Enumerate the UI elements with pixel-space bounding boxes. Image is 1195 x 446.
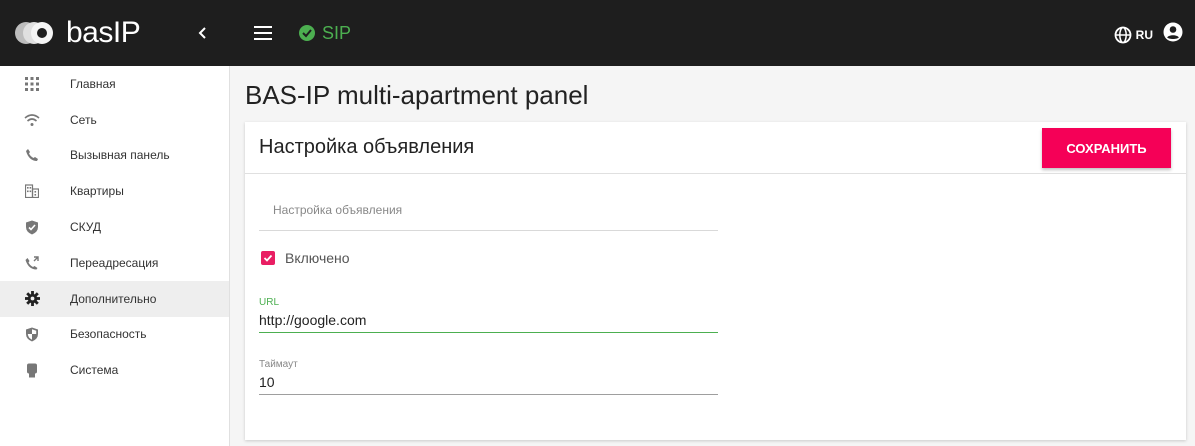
hamburger-icon [254, 26, 272, 40]
sidebar-item-network[interactable]: Сеть [0, 102, 229, 138]
url-field[interactable]: URL http://google.com [259, 297, 718, 333]
account-circle-icon [1163, 22, 1183, 42]
sidebar-item-system[interactable]: Система [0, 352, 229, 388]
sidebar-item-apartments[interactable]: Квартиры [0, 173, 229, 209]
check-circle-icon [299, 25, 315, 41]
sidebar-item-security[interactable]: Безопасность [0, 317, 229, 353]
save-button[interactable]: СОХРАНИТЬ [1042, 128, 1171, 168]
logo-icon [14, 18, 62, 48]
url-label: URL [259, 297, 280, 308]
shield-check-icon [24, 219, 40, 235]
sidebar-item-additional[interactable]: Дополнительно [0, 280, 229, 317]
language-label: RU [1135, 27, 1153, 42]
sidebar-item-label: Главная [70, 76, 116, 91]
page-title: BAS-IP multi-apartment panel [245, 80, 589, 110]
sidebar-item-label: Вызывная панель [70, 148, 170, 163]
wifi-icon [24, 112, 40, 128]
sidebar-item-call-panel[interactable]: Вызывная панель [0, 138, 229, 174]
security-shield-icon [24, 326, 40, 342]
chevron-left-icon [198, 27, 206, 39]
app-root: basIP SIP RU Главная Сеть Вызывная панел… [0, 0, 1195, 446]
announcement-settings-card: Настройка объявления СОХРАНИТЬ Настройка… [245, 122, 1186, 440]
checkmark-icon [263, 254, 273, 262]
url-input[interactable]: http://google.com [259, 312, 718, 332]
card-title: Настройка объявления [259, 136, 475, 158]
topbar-actions: RU [1114, 22, 1183, 47]
enabled-checkbox-row[interactable]: Включено [261, 250, 350, 266]
sidebar-item-label: Переадресация [70, 255, 159, 270]
enabled-label: Включено [285, 250, 350, 266]
grid-icon [24, 76, 40, 92]
card-header: Настройка объявления СОХРАНИТЬ [245, 122, 1186, 174]
gear-icon [24, 291, 40, 307]
account-button[interactable] [1163, 22, 1183, 47]
timeout-input[interactable]: 10 [259, 374, 718, 394]
sidebar: Главная Сеть Вызывная панель Квартиры СК… [0, 66, 230, 446]
device-icon [24, 362, 40, 378]
sidebar-item-label: Квартиры [70, 184, 124, 199]
brand-name: basIP [66, 16, 141, 49]
enabled-checkbox[interactable] [261, 251, 275, 265]
phone-forward-icon [24, 255, 40, 271]
sip-status: SIP [298, 23, 351, 44]
brand: basIP [0, 0, 230, 66]
sidebar-item-label: Система [70, 363, 119, 378]
sidebar-item-home[interactable]: Главная [0, 66, 229, 102]
collapse-sidebar-button[interactable] [192, 22, 212, 44]
timeout-field[interactable]: Таймаут 10 [259, 359, 718, 395]
language-selector[interactable]: RU [1114, 26, 1163, 44]
sidebar-item-label: СКУД [70, 220, 102, 235]
timeout-label: Таймаут [259, 359, 298, 370]
sidebar-item-access-control[interactable]: СКУД [0, 209, 229, 245]
sidebar-item-label: Дополнительно [70, 291, 157, 306]
sidebar-item-forwarding[interactable]: Переадресация [0, 245, 229, 281]
announcement-settings-field[interactable]: Настройка объявления [259, 192, 718, 231]
globe-icon [1114, 26, 1132, 43]
top-bar: basIP SIP RU [0, 0, 1195, 66]
building-icon [24, 183, 40, 199]
sip-label: SIP [322, 22, 352, 43]
phone-icon [24, 147, 40, 163]
sidebar-item-label: Безопасность [70, 327, 147, 342]
field-placeholder-text: Настройка объявления [273, 203, 403, 217]
menu-button[interactable] [252, 22, 274, 44]
sidebar-item-label: Сеть [70, 112, 97, 127]
